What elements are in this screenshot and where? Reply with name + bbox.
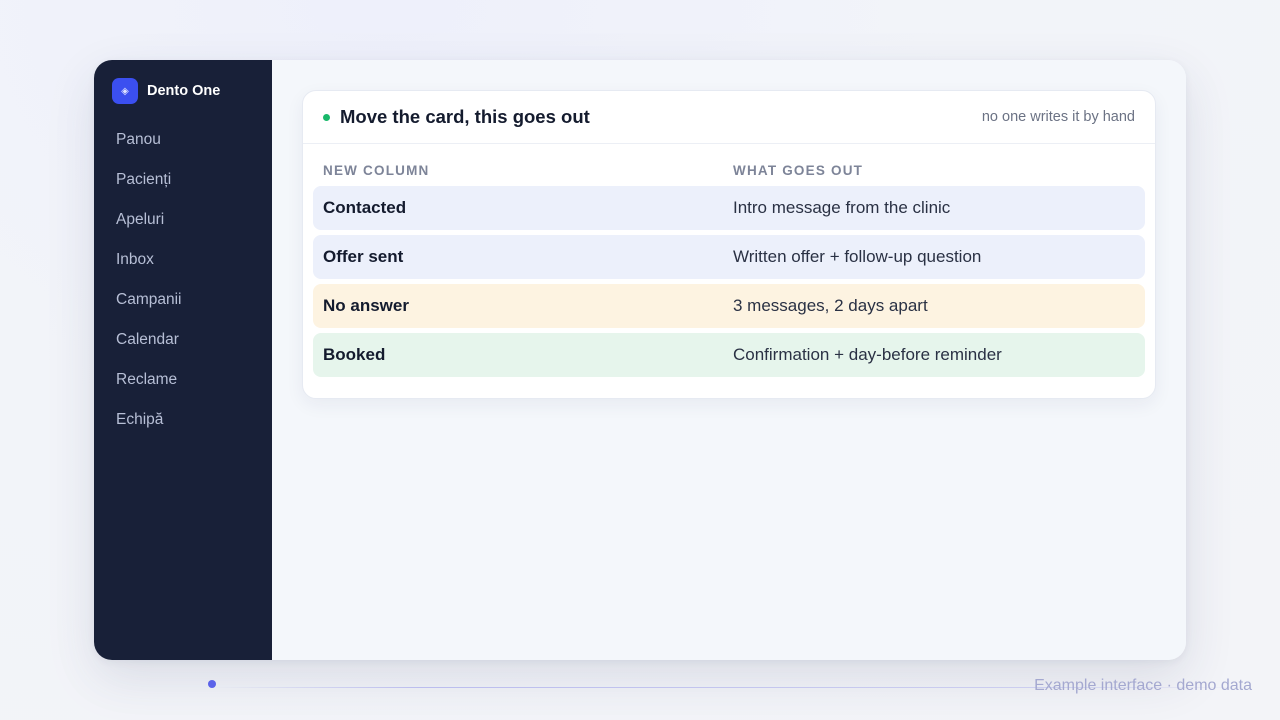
row-column-name: Booked [323, 345, 386, 364]
sidebar-nav: Panou Pacienți Apeluri Inbox Campanii Ca… [112, 120, 272, 440]
brand-name: Dento One [147, 83, 221, 99]
table-row-offer-sent[interactable]: Offer sent Written offer + follow-up que… [313, 235, 1145, 279]
automation-card: Move the card, this goes out no one writ… [302, 90, 1156, 399]
row-column-name: Contacted [323, 198, 407, 217]
sidebar-item-reclame[interactable]: Reclame [112, 360, 272, 400]
sidebar-item-echipa[interactable]: Echipă [112, 400, 272, 440]
row-column-name: No answer [323, 296, 409, 315]
row-outgoing-message: Written offer + follow-up question [733, 247, 982, 266]
card-header: Move the card, this goes out no one writ… [303, 91, 1155, 144]
sidebar-item-inbox[interactable]: Inbox [112, 240, 272, 280]
table-row-no-answer[interactable]: No answer 3 messages, 2 days apart [313, 284, 1145, 328]
sidebar: ◈ Dento One Panou Pacienți Apeluri Inbox… [94, 60, 272, 660]
app-window: ◈ Dento One Panou Pacienți Apeluri Inbox… [94, 60, 1186, 660]
row-outgoing-message: Intro message from the clinic [733, 198, 951, 217]
table-row-booked[interactable]: Booked Confirmation + day-before reminde… [313, 333, 1145, 377]
card-title-wrap: Move the card, this goes out [323, 106, 590, 128]
main-content: Move the card, this goes out no one writ… [272, 60, 1186, 660]
sidebar-item-calendar[interactable]: Calendar [112, 320, 272, 360]
card-title: Move the card, this goes out [340, 106, 590, 127]
brand[interactable]: ◈ Dento One [112, 78, 272, 104]
row-outgoing-message: Confirmation + day-before reminder [733, 345, 1002, 364]
status-dot-icon [323, 113, 330, 121]
table-row-contacted[interactable]: Contacted Intro message from the clinic [313, 186, 1145, 230]
sidebar-item-apeluri[interactable]: Apeluri [112, 200, 272, 240]
footer-caption: Example interface · demo data [1034, 677, 1252, 694]
card-note: no one writes it by hand [981, 109, 1135, 125]
column-header-what-goes-out: WHAT GOES OUT [733, 163, 864, 178]
table-body: Contacted Intro message from the clinic … [303, 186, 1155, 377]
table-header: NEW COLUMN WHAT GOES OUT [303, 144, 1155, 186]
logo-icon: ◈ [112, 78, 138, 104]
row-column-name: Offer sent [323, 247, 404, 266]
sidebar-item-panou[interactable]: Panou [112, 120, 272, 160]
row-outgoing-message: 3 messages, 2 days apart [733, 296, 928, 315]
sidebar-item-campanii[interactable]: Campanii [112, 280, 272, 320]
column-header-new-column: NEW COLUMN [323, 163, 430, 178]
sidebar-item-pacienti[interactable]: Pacienți [112, 160, 272, 200]
